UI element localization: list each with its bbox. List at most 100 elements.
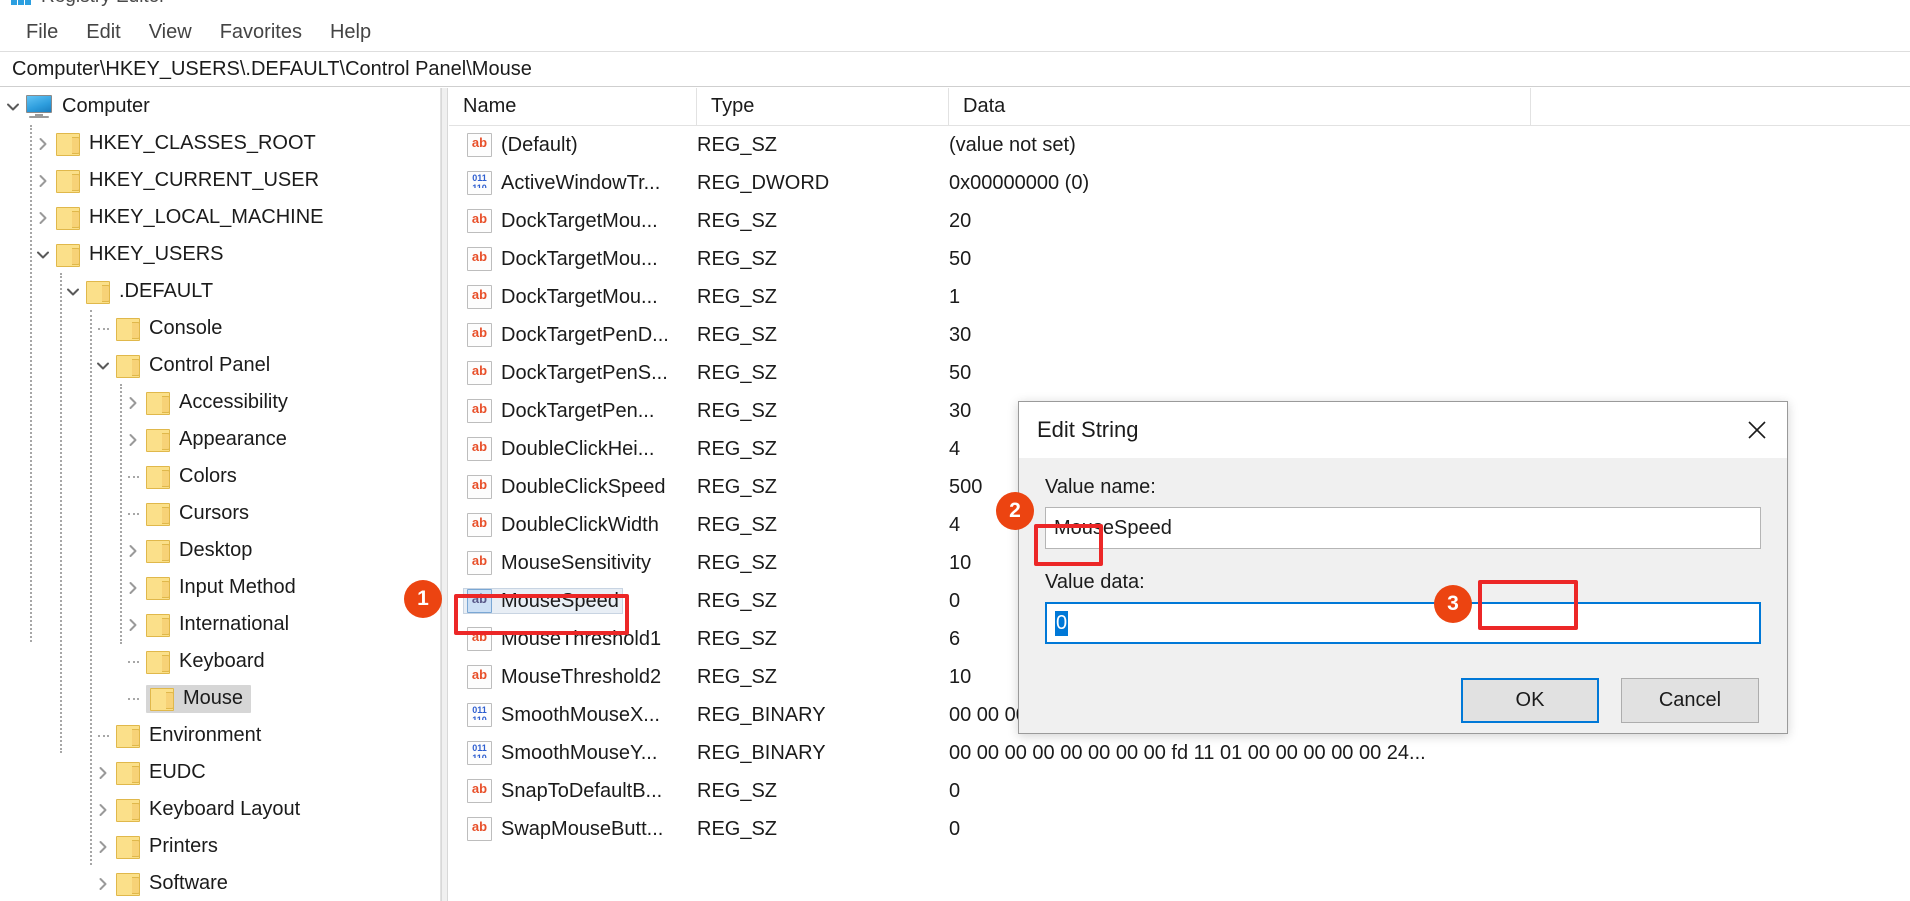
tree-item-hkey-current-user[interactable]: HKEY_CURRENT_USER	[0, 162, 440, 199]
tree-item-accessibility[interactable]: Accessibility	[0, 384, 440, 421]
table-row[interactable]: abDockTargetPenS...REG_SZ50	[449, 354, 1910, 392]
menu-item-view[interactable]: View	[135, 19, 206, 46]
chevron-right-icon[interactable]	[90, 865, 116, 901]
menu-item-help[interactable]: Help	[316, 19, 385, 46]
tree-item-console[interactable]: Console	[0, 310, 440, 347]
value-data-input[interactable]: 0	[1045, 602, 1761, 644]
menu-item-favorites[interactable]: Favorites	[206, 19, 316, 46]
tree-item-hkey-users[interactable]: HKEY_USERS	[0, 236, 440, 273]
tree-item-computer[interactable]: Computer	[0, 88, 440, 125]
chevron-right-icon[interactable]	[120, 569, 146, 606]
column-header-name[interactable]: Name	[449, 88, 697, 125]
binary-value-icon: 011110	[467, 741, 492, 765]
value-name-input[interactable]: MouseSpeed	[1045, 507, 1761, 549]
tree-item-printers[interactable]: Printers	[0, 828, 440, 865]
chevron-right-icon[interactable]	[30, 162, 56, 199]
string-value-icon: ab	[467, 513, 492, 537]
close-icon[interactable]	[1727, 402, 1787, 458]
table-row[interactable]: 011110ActiveWindowTr...REG_DWORD0x000000…	[449, 164, 1910, 202]
chevron-right-icon[interactable]	[90, 791, 116, 828]
window-title: Registry Editor	[41, 0, 166, 8]
tree-item-cursors[interactable]: Cursors	[0, 495, 440, 532]
chevron-right-icon[interactable]	[30, 125, 56, 162]
string-value-icon: ab	[467, 589, 492, 613]
tree-item-appearance[interactable]: Appearance	[0, 421, 440, 458]
cell-name: abMouseThreshold1	[449, 626, 697, 652]
string-value-icon: ab	[467, 361, 492, 385]
table-row[interactable]: ab(Default)REG_SZ(value not set)	[449, 126, 1910, 164]
tree-item-label: Control Panel	[149, 354, 270, 377]
chevron-right-icon[interactable]	[90, 754, 116, 791]
tree-item-label: Printers	[149, 835, 218, 858]
table-row[interactable]: abDockTargetMou...REG_SZ1	[449, 278, 1910, 316]
table-row[interactable]: abDockTargetMou...REG_SZ50	[449, 240, 1910, 278]
table-row[interactable]: abSnapToDefaultB...REG_SZ0	[449, 772, 1910, 810]
cell-type: REG_SZ	[697, 552, 949, 575]
table-row[interactable]: abSwapMouseButt...REG_SZ0	[449, 810, 1910, 848]
chevron-right-icon[interactable]	[30, 199, 56, 236]
registry-tree-pane[interactable]: ComputerHKEY_CLASSES_ROOTHKEY_CURRENT_US…	[0, 88, 441, 901]
value-name-text: DockTargetPenD...	[501, 324, 669, 347]
tree-item-label: International	[179, 613, 289, 636]
tree-item-mouse[interactable]: Mouse	[0, 680, 440, 717]
column-header-data[interactable]: Data	[949, 88, 1531, 125]
tree-item-colors[interactable]: Colors	[0, 458, 440, 495]
tree-connector	[120, 495, 146, 532]
cell-data: 50	[949, 248, 1910, 271]
chevron-down-icon[interactable]	[60, 273, 86, 310]
chevron-right-icon[interactable]	[120, 384, 146, 421]
address-bar[interactable]: Computer\HKEY_USERS\.DEFAULT\Control Pan…	[0, 51, 1910, 87]
string-value-icon: ab	[467, 247, 492, 271]
column-header-filler	[1531, 88, 1910, 125]
menu-item-file[interactable]: File	[12, 19, 72, 46]
tree-item-control-panel[interactable]: Control Panel	[0, 347, 440, 384]
tree-item-keyboard[interactable]: Keyboard	[0, 643, 440, 680]
tree-item-hkey-local-machine[interactable]: HKEY_LOCAL_MACHINE	[0, 199, 440, 236]
binary-value-icon: 011110	[467, 171, 492, 195]
folder-icon	[116, 355, 140, 376]
cell-data: 0	[949, 780, 1910, 803]
value-name-text: SwapMouseButt...	[501, 818, 663, 841]
cell-type: REG_SZ	[697, 362, 949, 385]
tree-item-software[interactable]: Software	[0, 865, 440, 901]
cell-data: (value not set)	[949, 134, 1910, 157]
tree-item-environment[interactable]: Environment	[0, 717, 440, 754]
cell-type: REG_SZ	[697, 666, 949, 689]
chevron-right-icon[interactable]	[90, 828, 116, 865]
tree-item-label: Keyboard Layout	[149, 798, 300, 821]
table-row[interactable]: abDockTargetMou...REG_SZ20	[449, 202, 1910, 240]
cell-data: 1	[949, 286, 1910, 309]
folder-icon	[116, 873, 140, 894]
column-header-type[interactable]: Type	[697, 88, 949, 125]
tree-item-international[interactable]: International	[0, 606, 440, 643]
tree-item-label: Environment	[149, 724, 261, 747]
value-name-text: MouseThreshold2	[501, 666, 661, 689]
pane-splitter[interactable]	[441, 88, 448, 901]
tree-item-desktop[interactable]: Desktop	[0, 532, 440, 569]
ok-button[interactable]: OK	[1461, 678, 1599, 723]
folder-icon	[116, 762, 140, 783]
chevron-down-icon[interactable]	[30, 236, 56, 273]
table-row[interactable]: abDockTargetPenD...REG_SZ30	[449, 316, 1910, 354]
tree-item-label: Console	[149, 317, 222, 340]
title-bar: Registry Editor	[0, 0, 1910, 14]
menu-item-edit[interactable]: Edit	[72, 19, 134, 46]
string-value-icon: ab	[467, 209, 492, 233]
chevron-down-icon[interactable]	[90, 347, 116, 384]
tree-item-eudc[interactable]: EUDC	[0, 754, 440, 791]
tree-item-default[interactable]: .DEFAULT	[0, 273, 440, 310]
value-name-text: (Default)	[501, 134, 578, 157]
tree-item-hkey-classes-root[interactable]: HKEY_CLASSES_ROOT	[0, 125, 440, 162]
table-row[interactable]: 011110SmoothMouseY...REG_BINARY00 00 00 …	[449, 734, 1910, 772]
chevron-right-icon[interactable]	[120, 532, 146, 569]
tree-item-input-method[interactable]: Input Method	[0, 569, 440, 606]
folder-icon	[116, 725, 140, 746]
chevron-right-icon[interactable]	[120, 421, 146, 458]
chevron-down-icon[interactable]	[0, 88, 26, 125]
cell-data: 30	[949, 324, 1910, 347]
edit-string-dialog[interactable]: Edit String Value name: MouseSpeed Value…	[1018, 401, 1788, 734]
tree-item-keyboard-layout[interactable]: Keyboard Layout	[0, 791, 440, 828]
cancel-button[interactable]: Cancel	[1621, 678, 1759, 723]
cell-data: 00 00 00 00 00 00 00 00 fd 11 01 00 00 0…	[949, 742, 1910, 765]
chevron-right-icon[interactable]	[120, 606, 146, 643]
